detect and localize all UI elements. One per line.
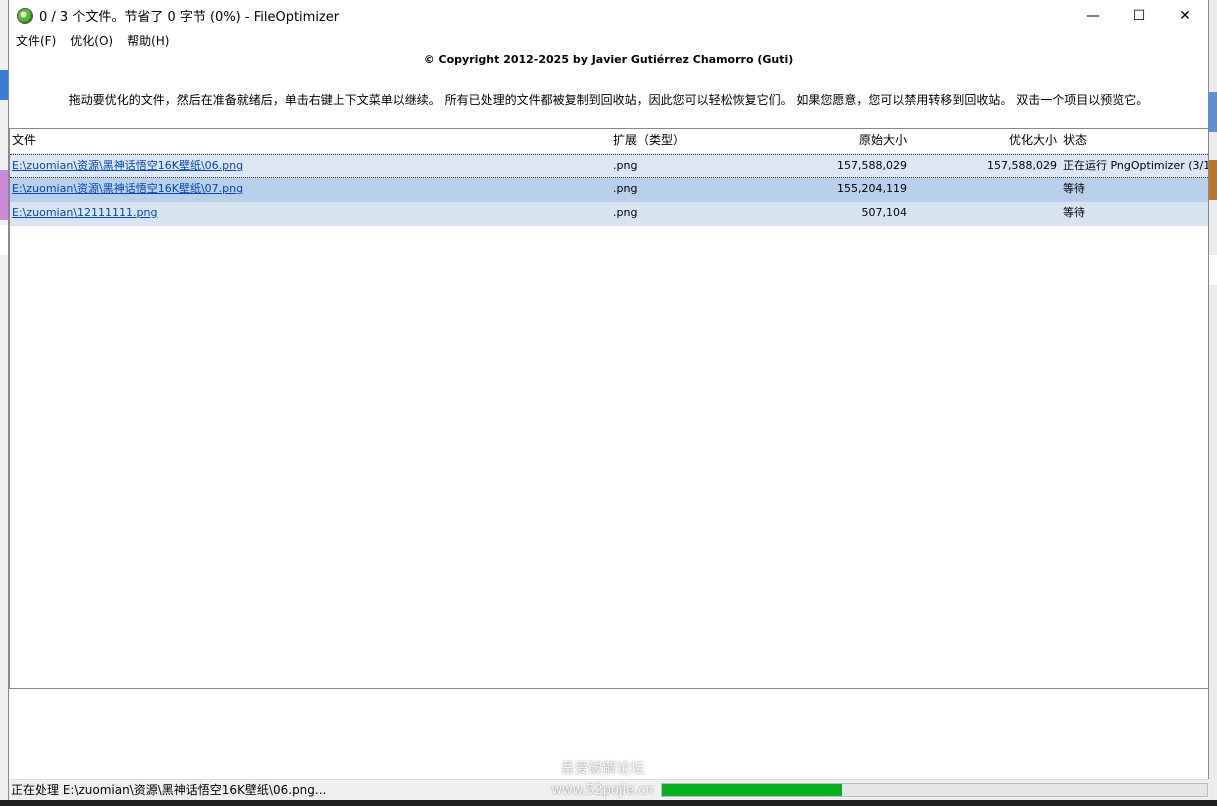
file-extension: .png [613, 159, 638, 172]
file-status: 等待 [1063, 206, 1085, 219]
desktop-fragment [1209, 92, 1217, 132]
watermark-line2: www.52pojie.cn [551, 783, 654, 798]
menu-bar: 文件(F) 优化(O) 帮助(H) [9, 31, 1208, 51]
watermark: 吾爱破解论坛 www.52pojie.cn [540, 758, 665, 802]
original-size: 155,204,119 [837, 182, 907, 195]
fileoptimizer-window: 0 / 3 个文件。节省了 0 字节 (0%) - FileOptimizer … [8, 0, 1209, 806]
file-list[interactable]: 文件 扩展（类型） 原始大小 优化大小 状态 E:\zuomian\资源\黑神话… [9, 128, 1209, 689]
list-header: 文件 扩展（类型） 原始大小 优化大小 状态 [10, 129, 1208, 154]
window-controls: — ☐ ✕ [1070, 0, 1208, 31]
desktop-fragment [0, 70, 8, 100]
file-path-link[interactable]: E:\zuomian\资源\黑神话悟空16K壁纸\07.png [12, 179, 610, 199]
file-status: 正在运行 PngOptimizer (3/16) [1063, 159, 1209, 172]
menu-optimize[interactable]: 优化(O) [63, 31, 120, 51]
taskbar-edge [0, 800, 1217, 806]
maximize-button[interactable]: ☐ [1116, 0, 1162, 31]
column-header-file[interactable]: 文件 [12, 129, 610, 151]
file-extension: .png [613, 206, 638, 219]
column-header-status[interactable]: 状态 [1063, 129, 1208, 151]
title-bar[interactable]: 0 / 3 个文件。节省了 0 字节 (0%) - FileOptimizer … [9, 0, 1208, 31]
optimized-size: 157,588,029 [987, 159, 1057, 172]
desktop-fragment [0, 170, 8, 220]
original-size: 157,588,029 [837, 159, 907, 172]
instructions-text: 拖动要优化的文件，然后在准备就绪后，单击右键上下文菜单以继续。 所有已处理的文件… [68, 93, 1149, 107]
column-header-extension[interactable]: 扩展（类型） [613, 129, 763, 151]
desktop-background-left [0, 0, 8, 806]
menu-help[interactable]: 帮助(H) [120, 31, 176, 51]
minimize-button[interactable]: — [1070, 0, 1116, 31]
close-button[interactable]: ✕ [1162, 0, 1208, 31]
file-path-link[interactable]: E:\zuomian\资源\黑神话悟空16K壁纸\06.png [12, 156, 610, 176]
status-text: 正在处理 E:\zuomian\资源\黑神话悟空16K壁纸\06.png... [11, 783, 327, 797]
table-row[interactable]: E:\zuomian\资源\黑神话悟空16K壁纸\07.png .png 155… [10, 178, 1208, 202]
copyright-text: © Copyright 2012-2025 by Javier Gutiérre… [423, 53, 794, 66]
fileoptimizer-app-icon[interactable] [17, 7, 33, 24]
file-path-link[interactable]: E:\zuomian\12111111.png [12, 203, 610, 223]
window-title: 0 / 3 个文件。节省了 0 字节 (0%) - FileOptimizer [39, 10, 340, 25]
desktop-background-right [1209, 0, 1217, 806]
desktop-fragment [1209, 255, 1217, 285]
menu-file[interactable]: 文件(F) [9, 31, 63, 51]
file-status: 等待 [1063, 182, 1085, 195]
progress-bar [661, 783, 1208, 797]
desktop-fragment [1209, 160, 1217, 200]
table-row[interactable]: E:\zuomian\资源\黑神话悟空16K壁纸\06.png .png 157… [10, 154, 1208, 178]
column-header-optimized-size[interactable]: 优化大小 [910, 129, 1057, 151]
progress-bar-fill [662, 784, 842, 796]
table-row[interactable]: E:\zuomian\12111111.png .png 507,104 等待 [10, 202, 1208, 226]
watermark-line1: 吾爱破解论坛 [560, 761, 645, 777]
original-size: 507,104 [861, 206, 908, 219]
column-header-original-size[interactable]: 原始大小 [764, 129, 907, 151]
desktop-fragment [0, 225, 8, 255]
file-extension: .png [613, 182, 638, 195]
